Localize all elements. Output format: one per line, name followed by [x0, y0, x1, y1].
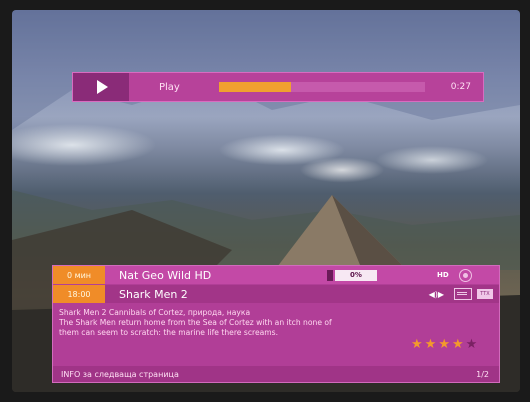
star-filled-icon: ★	[424, 337, 437, 352]
description-line: Shark Men 2 Cannibals of Cortez, природа…	[59, 308, 251, 317]
signal-indicator: 0%	[327, 269, 377, 281]
record-icon	[458, 268, 472, 282]
hd-badge: HD	[437, 271, 449, 279]
signal-value: 0%	[335, 269, 377, 281]
program-icons: ◀)▶ TTX	[429, 288, 493, 300]
star-filled-icon: ★	[411, 337, 423, 352]
teletext-icon: TTX	[477, 289, 493, 299]
star-filled-icon: ★	[438, 337, 450, 352]
audio-icon: ◀)▶	[428, 289, 444, 299]
program-description: Shark Men 2 Cannibals of Cortez, природа…	[59, 308, 489, 338]
progress-fill	[219, 82, 292, 92]
info-hint: INFO за следваща страница	[61, 369, 179, 379]
playback-state-label: Play	[159, 81, 180, 93]
progress-bar[interactable]	[219, 82, 425, 92]
remaining-time-tag: 0 мин	[53, 266, 105, 284]
playback-bar: Play 0:27	[72, 72, 484, 102]
page-indicator: 1/2	[476, 369, 489, 379]
subtitles-icon	[454, 288, 472, 300]
info-banner: 0 мин Nat Geo Wild HD 0% HD 18:00 Shark …	[52, 265, 500, 383]
start-time-tag: 18:00	[53, 285, 105, 303]
program-title: Shark Men 2	[119, 287, 188, 301]
star-filled-icon: ★	[451, 337, 464, 352]
play-icon	[97, 80, 108, 94]
description-line: The Shark Men return home from the Sea o…	[59, 318, 332, 327]
channel-name: Nat Geo Wild HD	[119, 268, 212, 282]
signal-bar	[327, 269, 333, 281]
play-button[interactable]	[73, 73, 129, 101]
info-footer: INFO за следваща страница 1/2	[53, 366, 499, 382]
program-row: 18:00 Shark Men 2 ◀)▶ TTX	[53, 285, 499, 303]
elapsed-time: 0:27	[450, 82, 471, 92]
star-empty-icon: ★	[465, 337, 478, 352]
rating-stars: ★ ★ ★ ★ ★	[411, 338, 479, 351]
channel-row: 0 мин Nat Geo Wild HD 0% HD	[53, 266, 499, 284]
